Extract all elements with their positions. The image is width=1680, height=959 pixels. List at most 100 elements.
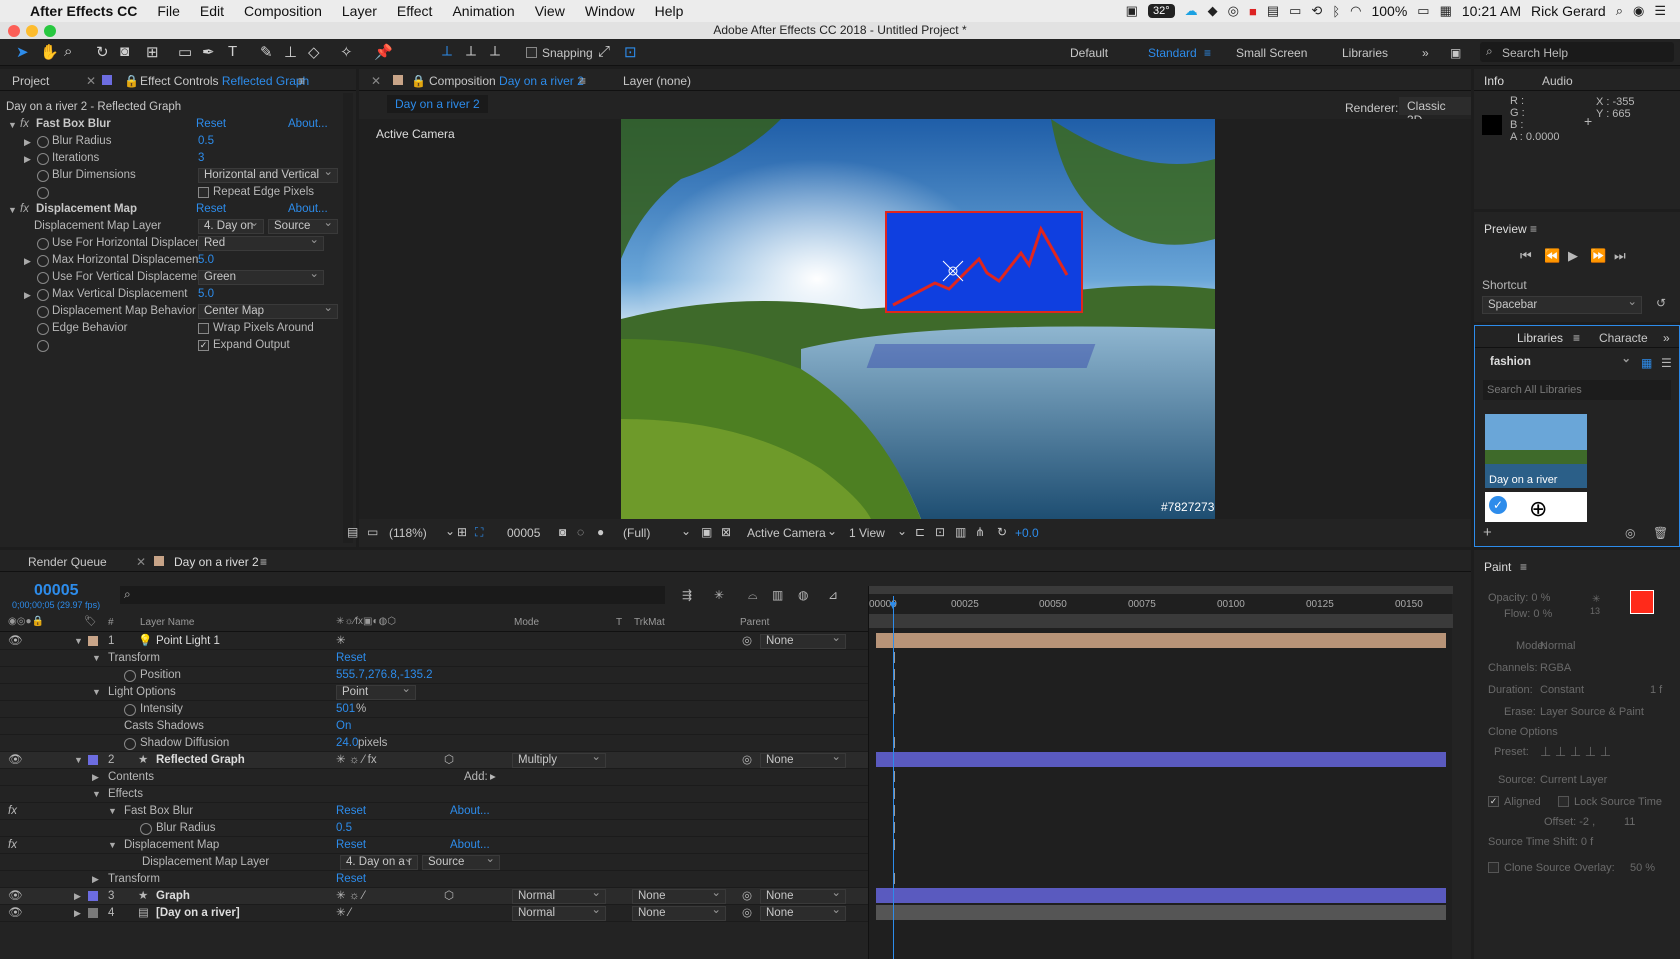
frame-blending-icon[interactable]: ▥ [772, 588, 783, 602]
time-machine-icon[interactable]: ⟲ [1311, 3, 1322, 19]
navigator-bar[interactable] [869, 614, 1453, 628]
scrollbar[interactable] [343, 93, 353, 543]
stopwatch-icon[interactable] [140, 823, 152, 835]
expand-triangle-icon[interactable]: ▶ [92, 769, 99, 786]
property-casts-shadows[interactable]: Casts Shadows On [0, 718, 870, 735]
current-time[interactable]: 00005 [507, 526, 540, 540]
layer-row-footage[interactable]: 👁 ▶ 4 ▤ [Day on a river] ✳ ⁄ Normal None… [0, 904, 870, 922]
display-icon[interactable]: ▭ [367, 525, 378, 539]
calendar-icon[interactable]: ▦ [1440, 3, 1452, 19]
repeat-edge-checkbox[interactable] [198, 187, 209, 198]
menu-layer[interactable]: Layer [332, 3, 387, 19]
chevron-down-icon[interactable]: ⌄ [897, 524, 907, 538]
rectangle-tool-icon[interactable]: ▭ [178, 43, 192, 61]
local-axis-icon[interactable]: ⟂ [442, 43, 452, 60]
layer-disclosure-icon[interactable]: ▶ [74, 905, 81, 922]
workspace-menu-icon[interactable]: ≡ [1204, 46, 1211, 60]
search-help-field[interactable]: Search Help [1502, 46, 1568, 60]
panel-menu-icon[interactable]: ≡ [1520, 560, 1527, 574]
visibility-eye-icon[interactable]: 👁 [8, 633, 23, 650]
trkmat-dropdown[interactable]: None [632, 887, 726, 904]
always-preview-icon[interactable]: ▤ [347, 525, 358, 539]
tab-project[interactable]: Project [12, 74, 49, 88]
last-frame-icon[interactable]: ⏭ [1614, 248, 1626, 264]
label-color[interactable] [88, 755, 98, 765]
display-icon[interactable]: ▭ [1289, 3, 1301, 19]
show-snapshot-icon[interactable]: ◌ [577, 525, 584, 539]
menu-composition[interactable]: Composition [234, 3, 332, 19]
reset-button[interactable]: Reset [336, 871, 366, 888]
world-axis-icon[interactable]: ⟂ [466, 43, 476, 60]
previous-frame-icon[interactable]: ⏪ [1544, 248, 1560, 264]
light-type-dropdown[interactable]: Point [336, 683, 416, 700]
dropbox-icon[interactable]: ◆ [1208, 3, 1218, 19]
t-column[interactable]: T [616, 617, 622, 628]
trash-icon[interactable]: 🗑 [1653, 526, 1668, 540]
reset-button[interactable]: Reset [336, 650, 366, 667]
library-dropdown[interactable]: fashion [1485, 353, 1635, 374]
layer-disclosure-icon[interactable]: ▼ [74, 752, 83, 769]
type-tool-icon[interactable]: T [228, 43, 237, 60]
tab-close-icon[interactable]: ✕ [86, 74, 96, 88]
timeline-icon[interactable]: ▥ [955, 525, 966, 539]
parent-dropdown[interactable]: None [760, 751, 846, 768]
eraser-tool-icon[interactable]: ◇ [308, 43, 320, 61]
disclosure-triangle-icon[interactable]: ▼ [108, 837, 117, 854]
mask-visibility-icon[interactable]: ⛶ [475, 525, 483, 540]
layer-name[interactable]: Reflected Graph [156, 752, 245, 769]
safe-zones-icon[interactable]: ⊞ [457, 525, 467, 539]
layer-disclosure-icon[interactable]: ▶ [74, 888, 81, 905]
stopwatch-icon[interactable] [37, 187, 49, 199]
stopwatch-icon[interactable] [37, 340, 49, 352]
creative-cloud-icon[interactable]: ◎ [1228, 3, 1239, 19]
dm-behavior-dropdown[interactable]: Center Map [198, 302, 338, 319]
layer-row-reflected-graph[interactable]: 👁 ▼ 2 ★ Reflected Graph ✳ ☼ ⁄ fx ⬡ Multi… [0, 751, 870, 769]
pick-whip-icon[interactable]: ◎ [742, 633, 752, 650]
opacity-field[interactable]: Opacity: 0 % [1488, 592, 1550, 604]
renderer-dropdown[interactable]: Classic 3D [1399, 97, 1471, 127]
siri-icon[interactable]: ◉ [1633, 3, 1644, 19]
effect-fast-box-blur[interactable]: ▼ fx Fast Box Blur Reset About... [0, 116, 340, 133]
max-vertical-value[interactable]: 5.0 [198, 286, 214, 303]
menu-effect[interactable]: Effect [387, 3, 443, 19]
cc-sync-icon[interactable]: ◎ [1625, 526, 1635, 540]
workspace-default[interactable]: Default [1070, 46, 1108, 60]
tab-info[interactable]: Info [1484, 74, 1504, 88]
battery-icon[interactable]: ▭ [1417, 3, 1429, 19]
workspace-small-screen[interactable]: Small Screen [1236, 46, 1307, 60]
weather-badge[interactable]: 32° [1147, 4, 1175, 18]
channels-dropdown[interactable]: RGBA [1540, 662, 1571, 674]
view-axis-icon[interactable]: ⟂ [490, 43, 500, 60]
pen-tool-icon[interactable]: ✒ [202, 43, 215, 61]
motion-blur-icon[interactable]: ◍ [798, 588, 808, 602]
library-item-graphic[interactable]: ✓ ⊕ [1485, 492, 1587, 522]
layer-bar-graph[interactable] [876, 888, 1446, 903]
visibility-eye-icon[interactable]: 👁 [8, 905, 23, 922]
dm-source-dropdown[interactable]: Source [268, 217, 338, 234]
tab-render-queue[interactable]: Render Queue [28, 555, 107, 569]
clone-stamp-tool-icon[interactable]: ⊥ [284, 43, 297, 61]
work-area-bar[interactable] [869, 586, 1453, 594]
visibility-eye-icon[interactable]: 👁 [8, 888, 23, 905]
use-horizontal-dropdown[interactable]: Red [198, 234, 324, 251]
shy-layers-icon[interactable]: ⌓ [748, 588, 758, 603]
reset-shortcut-icon[interactable]: ↺ [1656, 296, 1666, 310]
current-time-indicator[interactable] [893, 596, 894, 959]
time-ruler[interactable]: 00000 00025 00050 00075 00100 00125 0015… [869, 596, 1453, 614]
hand-tool-icon[interactable]: ✋ [40, 43, 59, 61]
magnification-dropdown[interactable]: (118%) [389, 526, 427, 540]
disclosure-triangle-icon[interactable]: ▼ [108, 803, 117, 820]
app-icon[interactable]: ■ [1249, 4, 1257, 19]
flowchart-icon[interactable]: ⋔ [975, 525, 985, 539]
expand-output-checkbox[interactable]: ✓ [198, 340, 209, 351]
graph-editor-icon[interactable]: ⊿ [828, 588, 838, 602]
parent-dropdown[interactable]: None [760, 632, 846, 649]
library-item-river[interactable]: Day on a river [1485, 414, 1587, 488]
dm-source-dropdown[interactable]: Source [422, 853, 500, 870]
pan-behind-tool-icon[interactable]: ⊞ [146, 43, 159, 61]
panel-menu-icon[interactable]: ≡ [579, 74, 586, 88]
workspace-edit-icon[interactable]: ▣ [1450, 46, 1461, 60]
about-button[interactable]: About... [288, 201, 328, 218]
expand-triangle-icon[interactable]: ▶ [24, 151, 31, 168]
disclosure-triangle-icon[interactable]: ▼ [8, 117, 17, 134]
